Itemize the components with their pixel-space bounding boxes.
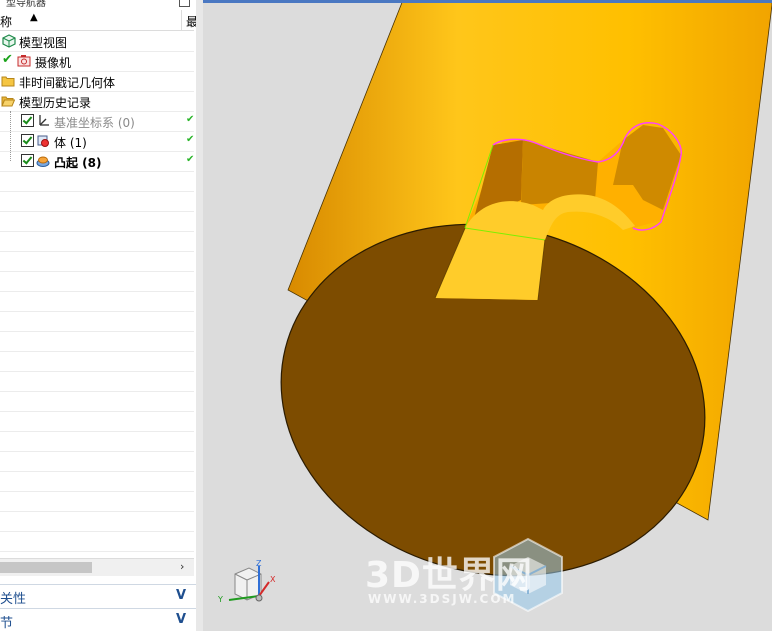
empty-tree-row [0, 331, 194, 352]
tree-node-datum-csys[interactable]: 基准坐标系 (0) ✔ [0, 111, 194, 132]
visibility-checkbox[interactable] [21, 134, 34, 147]
axis-x-label: X [270, 575, 276, 584]
up-to-date-mark: ✔ [186, 114, 195, 125]
tree-node-non-timestamp-geometry[interactable]: 非时间戳记几何体 [0, 71, 194, 92]
section-label: 节 [0, 616, 14, 631]
sort-ascending-icon[interactable]: ▲ [30, 12, 38, 23]
axis-z-label: Z [256, 560, 262, 568]
tree-node-label: 基准坐标系 (0) [54, 116, 135, 130]
check-icon: ✔ [2, 52, 13, 67]
section-label: 关性 [0, 592, 27, 607]
scroll-right-icon[interactable]: › [180, 560, 184, 573]
empty-tree-row [0, 291, 194, 312]
empty-tree-row [0, 391, 194, 412]
emboss-feature-icon [36, 156, 50, 167]
up-to-date-mark: ✔ [186, 154, 195, 165]
empty-tree-row [0, 471, 194, 492]
tree-node-label: 模型历史记录 [19, 96, 92, 110]
navigator-title-strip: 型导航器 [0, 0, 196, 10]
tree-node-emboss[interactable]: 凸起 (8) ✔ [0, 151, 194, 172]
navigator-title: 型导航器 [6, 0, 46, 9]
watermark-url: WWW.3DSJW.COM [368, 592, 517, 606]
tree-node-model-views[interactable]: 模型视图 [0, 31, 194, 52]
tree-node-label: 非时间戳记几何体 [19, 76, 116, 90]
empty-tree-row [0, 491, 194, 512]
panel-splitter[interactable] [196, 0, 203, 631]
part-navigator-panel: 型导航器 称 ▲ 最 模型视图 ✔ 摄像机 非时间戳记几何体 模型历史记录 基准… [0, 0, 197, 631]
watermark-title: 3D世界网 [365, 555, 533, 596]
tree-node-label: 模型视图 [19, 36, 68, 50]
empty-tree-row [0, 251, 194, 272]
empty-tree-row [0, 191, 194, 212]
visibility-checkbox[interactable] [21, 114, 34, 127]
dependencies-section[interactable]: 关性 V [0, 584, 196, 607]
empty-tree-row [0, 371, 194, 392]
folder-icon [1, 76, 15, 87]
column-name-header[interactable]: 称 [0, 13, 12, 30]
column-header: 称 ▲ 最 [0, 10, 196, 31]
chevron-down-icon[interactable]: V [176, 612, 186, 627]
datum-csys-icon [39, 115, 49, 126]
model-views-icon [2, 34, 16, 48]
navigator-tree: 模型视图 ✔ 摄像机 非时间戳记几何体 模型历史记录 基准坐标系 (0) ✔ 体… [0, 31, 194, 558]
empty-tree-row [0, 511, 194, 532]
viewport-top-border [203, 0, 772, 3]
empty-tree-row [0, 311, 194, 332]
tree-node-label: 体 (1) [54, 136, 87, 150]
column-divider[interactable] [181, 10, 182, 30]
open-folder-icon [1, 96, 15, 107]
tree-node-camera[interactable]: ✔ 摄像机 [0, 51, 194, 72]
empty-tree-row [0, 431, 194, 452]
empty-tree-row [0, 531, 194, 552]
tree-node-model-history[interactable]: 模型历史记录 [0, 91, 194, 112]
empty-tree-row [0, 351, 194, 372]
tree-node-body[interactable]: 体 (1) ✔ [0, 131, 194, 152]
up-to-date-mark: ✔ [186, 134, 195, 145]
pin-icon[interactable] [179, 0, 190, 7]
body-feature-icon [37, 135, 49, 147]
chevron-down-icon[interactable]: V [176, 588, 186, 603]
horizontal-scrollbar[interactable]: › [0, 558, 194, 576]
graphics-viewport[interactable]: Z X Y [203, 0, 772, 631]
scrollbar-thumb[interactable] [0, 562, 92, 573]
empty-tree-row [0, 171, 194, 192]
details-section[interactable]: 节 V [0, 608, 196, 631]
tree-node-label: 凸起 (8) [54, 156, 102, 170]
tree-node-label: 摄像机 [35, 56, 72, 70]
axis-y-label: Y [217, 595, 223, 604]
empty-tree-row [0, 231, 194, 252]
view-triad[interactable]: Z X Y [215, 560, 285, 610]
visibility-checkbox[interactable] [21, 154, 34, 167]
empty-tree-row [0, 211, 194, 232]
empty-tree-row [0, 411, 194, 432]
empty-tree-row [0, 451, 194, 472]
camera-icon [17, 55, 31, 67]
empty-tree-row [0, 271, 194, 292]
